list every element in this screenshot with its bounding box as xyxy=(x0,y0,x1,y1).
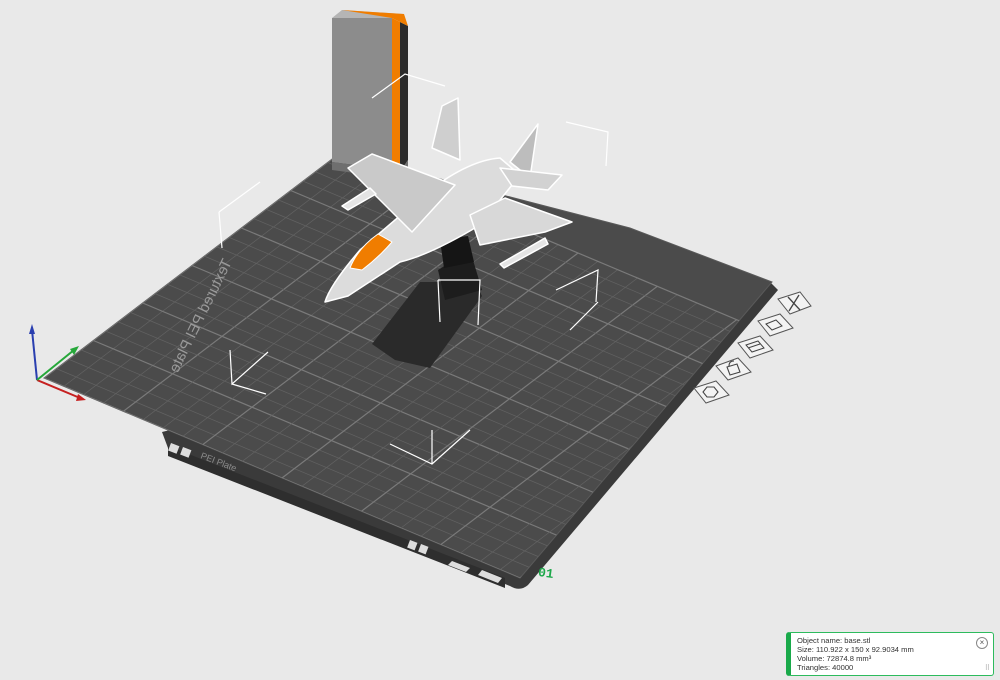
3d-viewport[interactable]: PEI Plate Textured PEI Plate xyxy=(0,0,1000,680)
object-info-panel: Object name: base.stl Size: 110.922 x 15… xyxy=(786,632,994,676)
plate-settings-button[interactable] xyxy=(693,380,730,404)
lock-button[interactable] xyxy=(715,357,752,381)
object-size-text: Size: 110.922 x 150 x 92.9034 mm xyxy=(797,645,914,654)
resize-grip-icon[interactable]: ⠿ xyxy=(985,664,990,673)
close-plate-button[interactable] xyxy=(777,291,812,315)
arrange-button[interactable] xyxy=(737,335,774,359)
object-volume-text: Volume: 72874.8 mm³ xyxy=(797,654,872,663)
close-icon[interactable]: × xyxy=(976,637,988,649)
prime-tower[interactable] xyxy=(332,10,408,178)
object-triangles-text: Triangles: 40000 xyxy=(797,663,854,672)
auto-orient-button[interactable] xyxy=(757,313,794,337)
plate-number-label[interactable]: 01 xyxy=(537,565,555,582)
object-name-text: Object name: base.stl xyxy=(797,636,871,645)
